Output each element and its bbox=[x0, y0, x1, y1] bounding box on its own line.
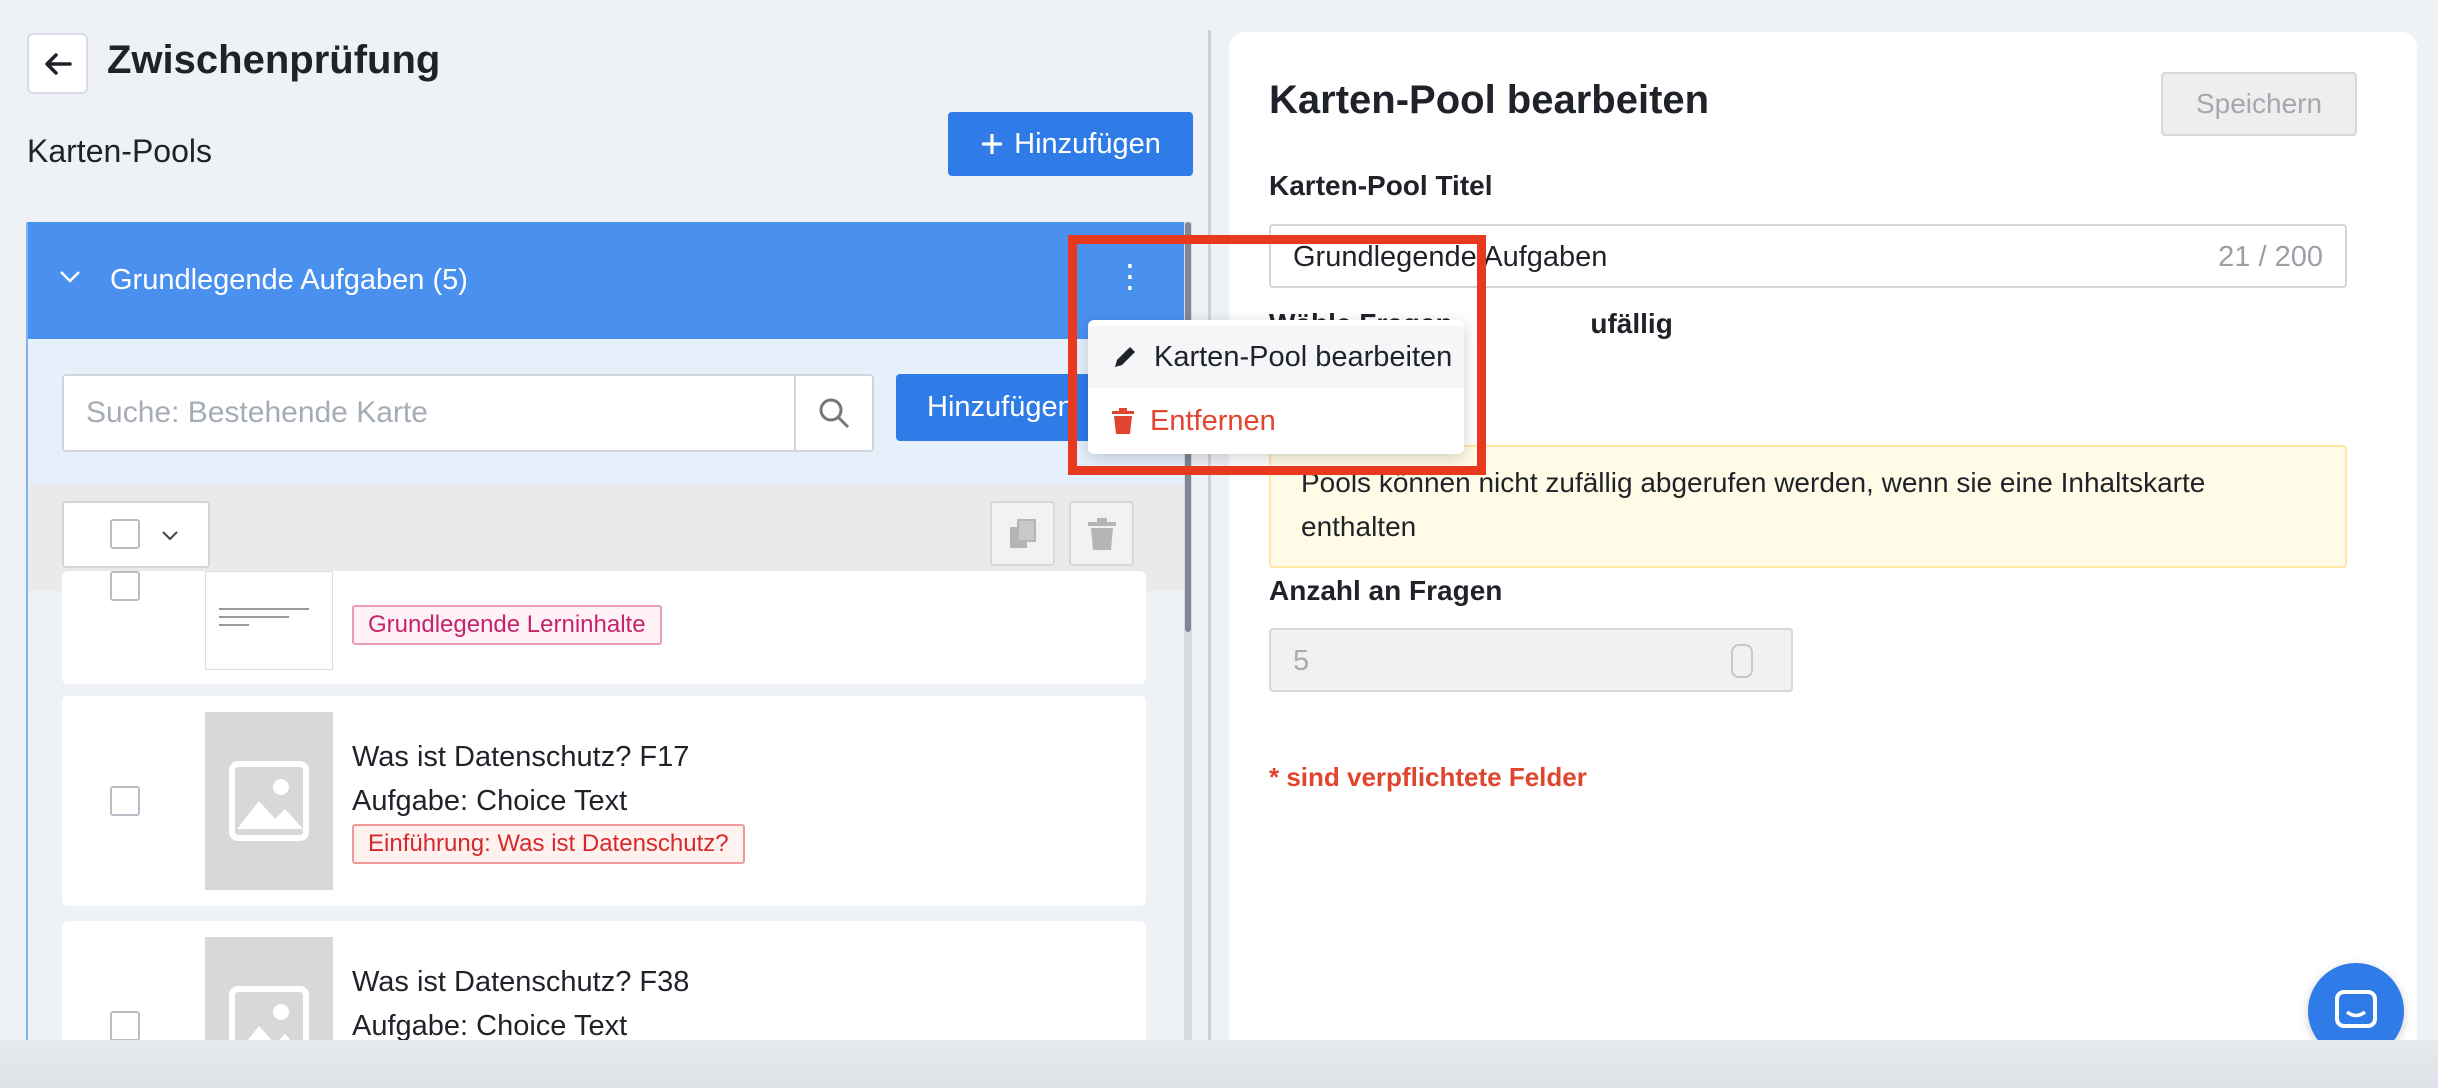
search-bar: Hinzufügen bbox=[28, 339, 1190, 485]
search-input[interactable] bbox=[64, 376, 799, 450]
card-checkbox[interactable] bbox=[110, 571, 140, 601]
editor-panel: Karten-Pool bearbeiten Speichern Karten-… bbox=[1229, 32, 2417, 1052]
copy-button[interactable] bbox=[990, 501, 1055, 566]
image-placeholder-icon bbox=[205, 937, 333, 1040]
panel-divider bbox=[1208, 30, 1211, 1040]
search-box bbox=[62, 374, 801, 452]
card-tag: Grundlegende Lerninhalte bbox=[352, 605, 662, 645]
search-icon bbox=[819, 398, 850, 429]
count-label: Anzahl an Fragen bbox=[1269, 575, 1503, 606]
pool-panel: Grundlegende Aufgaben (5) ⋮ Hinzufügen bbox=[26, 222, 1192, 1040]
document-preview-icon bbox=[219, 607, 309, 626]
pool-header[interactable]: Grundlegende Aufgaben (5) ⋮ bbox=[28, 222, 1190, 339]
plus-icon bbox=[982, 134, 1003, 154]
card-title: Was ist Datenschutz? F38 bbox=[352, 966, 690, 998]
add-pool-label: Hinzufügen bbox=[1014, 127, 1161, 160]
card-list: Grundlegende Lerninhalte Was ist Datensc… bbox=[28, 571, 1190, 1040]
card-checkbox[interactable] bbox=[110, 786, 140, 816]
page-title: Zwischenprüfung bbox=[107, 38, 441, 82]
select-all-dropdown[interactable] bbox=[62, 501, 210, 568]
random-label-end: ufällig bbox=[1590, 308, 1673, 339]
card-subtitle: Aufgabe: Choice Text bbox=[352, 1010, 628, 1040]
card-tag: Einführung: Was ist Datenschutz? bbox=[352, 824, 745, 864]
left-panel: Zwischenprüfung Karten-Pools Hinzufügen … bbox=[0, 0, 1205, 1040]
editor-title: Karten-Pool bearbeiten bbox=[1269, 78, 1710, 122]
list-item[interactable]: Grundlegende Lerninhalte bbox=[62, 571, 1146, 684]
trash-icon bbox=[1087, 517, 1116, 550]
arrow-left-icon bbox=[44, 52, 72, 75]
section-label: Karten-Pools bbox=[27, 133, 212, 169]
question-count-input[interactable]: 5 bbox=[1269, 628, 1793, 692]
pool-title: Grundlegende Aufgaben (5) bbox=[110, 264, 468, 296]
chevron-down-icon[interactable] bbox=[58, 264, 82, 288]
pool-title-label: Karten-Pool Titel bbox=[1269, 170, 1493, 201]
card-checkbox[interactable] bbox=[110, 1011, 140, 1040]
question-count-value: 5 bbox=[1293, 645, 1310, 677]
card-subtitle: Aufgabe: Choice Text bbox=[352, 785, 628, 817]
card-thumbnail bbox=[205, 571, 333, 670]
back-button[interactable] bbox=[27, 33, 88, 94]
chevron-down-icon bbox=[162, 531, 178, 541]
highlight-box bbox=[1068, 235, 1486, 475]
required-note: * sind verpflichtete Felder bbox=[1269, 762, 1587, 792]
select-all-checkbox[interactable] bbox=[110, 519, 140, 549]
list-item[interactable]: Was ist Datenschutz? F17 Aufgabe: Choice… bbox=[62, 696, 1146, 906]
image-placeholder-icon bbox=[205, 712, 333, 890]
search-button[interactable] bbox=[794, 374, 874, 452]
list-item[interactable]: Was ist Datenschutz? F38 Aufgabe: Choice… bbox=[62, 921, 1146, 1040]
chat-icon bbox=[2335, 990, 2377, 1028]
add-pool-button[interactable]: Hinzufügen bbox=[948, 112, 1193, 176]
number-spinner[interactable] bbox=[1731, 644, 1753, 678]
bottom-bar bbox=[0, 1040, 2438, 1088]
char-counter: 21 / 200 bbox=[2218, 241, 2323, 273]
delete-button[interactable] bbox=[1069, 501, 1134, 566]
copy-icon bbox=[1009, 518, 1036, 548]
save-button[interactable]: Speichern bbox=[2161, 72, 2357, 136]
card-title: Was ist Datenschutz? F17 bbox=[352, 741, 690, 773]
